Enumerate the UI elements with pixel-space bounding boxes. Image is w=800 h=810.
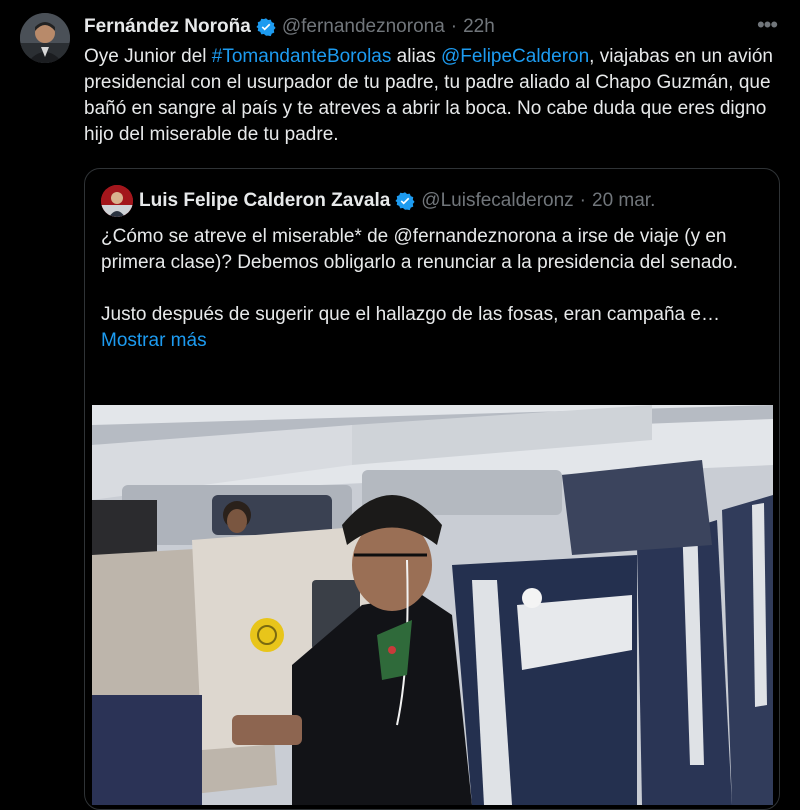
quoted-tweet-header: Luis Felipe Calderon Zavala @Luisfecalde… <box>139 187 655 215</box>
author-handle[interactable]: @fernandeznorona <box>282 16 445 38</box>
tweet-header: Fernández Noroña @fernandeznorona · 22h <box>84 14 495 40</box>
author-avatar[interactable] <box>20 13 70 63</box>
tweet-text-segment: alias <box>391 46 442 67</box>
quoted-tweet[interactable]: Luis Felipe Calderon Zavala @Luisfecalde… <box>84 168 780 810</box>
verified-badge-icon <box>395 192 415 211</box>
quoted-paragraph: Justo después de sugerir que el hallazgo… <box>101 304 720 325</box>
show-more-link[interactable]: Mostrar más <box>101 328 765 354</box>
quoted-author-name[interactable]: Luis Felipe Calderon Zavala <box>139 190 390 212</box>
tweet-text-segment: Oye Junior del <box>84 46 212 67</box>
separator-dot: · <box>579 190 586 211</box>
tweet-text: Oye Junior del #TomandanteBorolas alias … <box>84 44 784 148</box>
separator-dot: · <box>450 16 458 37</box>
quoted-author-avatar[interactable] <box>101 185 133 217</box>
tweet[interactable]: Fernández Noroña @fernandeznorona · 22h … <box>0 0 800 810</box>
tweet-time[interactable]: 22h <box>463 16 495 38</box>
quoted-tweet-date[interactable]: 20 mar. <box>592 190 655 212</box>
quoted-tweet-text: ¿Cómo se atreve el miserable* de @fernan… <box>101 224 765 354</box>
verified-badge-icon <box>256 18 276 37</box>
mention-link[interactable]: @FelipeCalderon <box>441 46 589 67</box>
quoted-paragraph: ¿Cómo se atreve el miserable* de @fernan… <box>101 226 738 273</box>
more-horizontal-icon[interactable]: ••• <box>754 14 780 40</box>
quoted-author-handle[interactable]: @Luisfecalderonz <box>421 190 573 212</box>
hashtag-link[interactable]: #TomandanteBorolas <box>212 46 392 67</box>
quoted-tweet-photo[interactable] <box>92 405 773 805</box>
author-name[interactable]: Fernández Noroña <box>84 16 251 38</box>
